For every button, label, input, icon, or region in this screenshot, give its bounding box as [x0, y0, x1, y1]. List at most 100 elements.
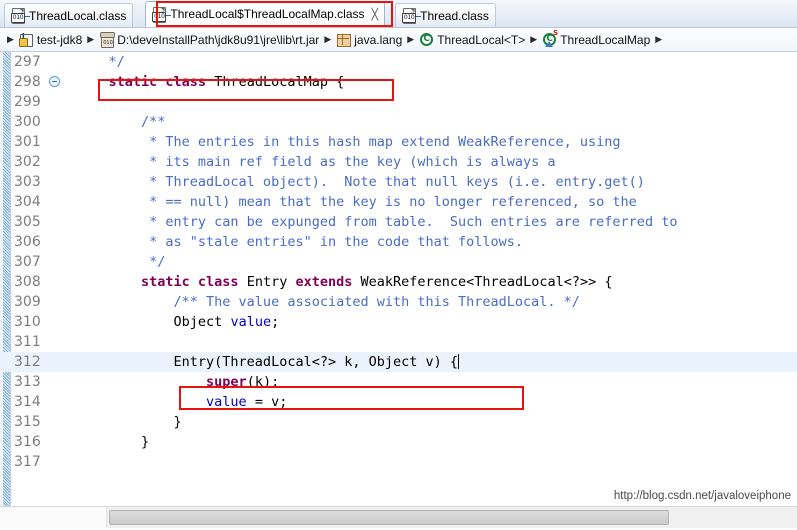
code-text[interactable]: * == null) mean that the key is no longe…: [66, 192, 797, 212]
code-text[interactable]: */: [66, 252, 797, 272]
code-line[interactable]: 300 /**: [0, 112, 797, 132]
code-text[interactable]: Entry(ThreadLocal<?> k, Object v) {: [66, 352, 797, 372]
line-number: 310: [14, 314, 41, 330]
code-line[interactable]: 299: [0, 92, 797, 112]
code-text[interactable]: /**: [66, 112, 797, 132]
code-token: (k);: [246, 374, 280, 390]
scrollbar-thumb[interactable]: [109, 510, 669, 525]
line-number: 298: [0, 72, 66, 92]
line-number: 303: [14, 174, 41, 190]
line-number: 299: [14, 94, 41, 110]
code-line[interactable]: 298 static class ThreadLocalMap {: [0, 72, 797, 92]
breadcrumb-item-jar[interactable]: 010 D:\deveInstallPath\jdk8u91\jre\lib\r…: [99, 32, 319, 48]
breadcrumb-item-package[interactable]: java.lang: [336, 32, 402, 47]
line-number: 309: [14, 294, 41, 310]
code-token: extends: [295, 274, 353, 290]
code-line[interactable]: 307 */: [0, 252, 797, 272]
code-text[interactable]: static class Entry extends WeakReference…: [66, 272, 797, 292]
code-line[interactable]: 310 Object value;: [0, 312, 797, 332]
code-line[interactable]: 315 }: [0, 412, 797, 432]
fold-collapse-icon[interactable]: [49, 76, 60, 87]
scrollbar-track[interactable]: [107, 507, 797, 528]
code-token: */: [76, 254, 166, 270]
scrollbar-corner: [0, 507, 107, 528]
code-token: */: [76, 54, 125, 70]
tab-threadlocal-class[interactable]: 010 ThreadLocal.class: [4, 3, 134, 27]
code-token: * entry can be expunged from table. Such…: [76, 214, 678, 230]
code-token: }: [76, 414, 182, 430]
code-text[interactable]: /** The value associated with this Threa…: [66, 292, 797, 312]
code-token: * The entries in this hash map extend We…: [76, 134, 621, 150]
code-token: /**: [76, 114, 166, 130]
code-line[interactable]: 316 }: [0, 432, 797, 452]
code-text[interactable]: static class ThreadLocalMap {: [66, 72, 797, 92]
code-token: static class: [141, 274, 239, 290]
breadcrumb-separator-icon[interactable]: ▶: [653, 35, 664, 45]
breadcrumb-separator-icon[interactable]: ▶: [85, 35, 96, 45]
line-number: 297: [14, 54, 41, 70]
code-text[interactable]: super(k);: [66, 372, 797, 392]
breadcrumb-item-inner-class[interactable]: CS ThreadLocalMap: [542, 30, 651, 47]
code-text[interactable]: * entry can be expunged from table. Such…: [66, 212, 797, 232]
breadcrumb-separator-icon[interactable]: ▶: [405, 35, 416, 45]
code-text[interactable]: }: [66, 412, 797, 432]
code-line[interactable]: 312 Entry(ThreadLocal<?> k, Object v) {: [0, 352, 797, 372]
class-icon: C: [419, 32, 434, 47]
code-token: = v;: [246, 394, 288, 410]
breadcrumb-item-project[interactable]: J test-jdk8: [18, 32, 82, 47]
code-token: Entry(ThreadLocal<?> k, Object v) {: [76, 354, 459, 370]
breadcrumb-label: java.lang: [354, 32, 403, 47]
breadcrumb-separator-icon[interactable]: ▶: [528, 35, 539, 45]
code-line[interactable]: 297 */: [0, 52, 797, 72]
code-line[interactable]: 306 * as "stale entries" in the code tha…: [0, 232, 797, 252]
code-line[interactable]: 309 /** The value associated with this T…: [0, 292, 797, 312]
code-line[interactable]: 302 * its main ref field as the key (whi…: [0, 152, 797, 172]
code-token: ThreadLocalMap {: [206, 74, 345, 90]
code-token: * its main ref field as the key (which i…: [76, 154, 556, 170]
code-line[interactable]: 301 * The entries in this hash map exten…: [0, 132, 797, 152]
line-number: 317: [14, 454, 41, 470]
code-line[interactable]: 317: [0, 452, 797, 472]
breadcrumb-item-class[interactable]: C ThreadLocal<T>: [419, 32, 525, 47]
breadcrumb-lead-arrow[interactable]: ▶: [5, 35, 16, 45]
code-text[interactable]: }: [66, 432, 797, 452]
code-line[interactable]: 308 static class Entry extends WeakRefer…: [0, 272, 797, 292]
breadcrumb: ▶ J test-jdk8 ▶ 010 D:\deveInstallPath\j…: [0, 28, 797, 52]
line-number: 308: [14, 274, 41, 290]
code-line[interactable]: 305 * entry can be expunged from table. …: [0, 212, 797, 232]
breadcrumb-label: ThreadLocalMap: [560, 32, 651, 47]
code-text[interactable]: Object value;: [66, 312, 797, 332]
code-editor[interactable]: 297 */298 static class ThreadLocalMap {2…: [0, 52, 797, 506]
code-text[interactable]: value = v;: [66, 392, 797, 412]
code-token: static class: [108, 74, 207, 90]
tab-threadlocalmap-class[interactable]: 010 ThreadLocal$ThreadLocalMap.class ╳: [145, 1, 386, 27]
code-line[interactable]: 304 * == null) mean that the key is no l…: [0, 192, 797, 212]
line-number: 315: [14, 414, 41, 430]
class-file-icon: 010: [401, 8, 422, 24]
code-line[interactable]: 313 super(k);: [0, 372, 797, 392]
class-file-icon: 010: [151, 6, 172, 23]
horizontal-scrollbar[interactable]: [0, 506, 797, 528]
line-number: 300: [14, 114, 41, 130]
code-text[interactable]: * The entries in this hash map extend We…: [66, 132, 797, 152]
code-text[interactable]: * ThreadLocal object). Note that null ke…: [66, 172, 797, 192]
code-line[interactable]: 311: [0, 332, 797, 352]
code-lines-container[interactable]: 297 */298 static class ThreadLocalMap {2…: [0, 52, 797, 506]
close-icon[interactable]: ╳: [372, 9, 379, 20]
code-text[interactable]: * its main ref field as the key (which i…: [66, 152, 797, 172]
code-text[interactable]: * as "stale entries" in the code that fo…: [66, 232, 797, 252]
class-file-icon: 010: [10, 8, 30, 24]
code-text[interactable]: */: [66, 52, 797, 72]
text-caret: [458, 354, 460, 369]
code-line[interactable]: 314 value = v;: [0, 392, 797, 412]
code-token: * ThreadLocal object). Note that null ke…: [76, 174, 645, 190]
eclipse-editor-window: 010 ThreadLocal.class 010 ThreadLocal$Th…: [0, 0, 797, 530]
code-token: ;: [271, 314, 280, 330]
line-number: 314: [14, 394, 41, 410]
tab-thread-class[interactable]: 010 Thread.class: [395, 3, 496, 27]
line-number: 311: [14, 334, 41, 350]
code-line[interactable]: 303 * ThreadLocal object). Note that nul…: [0, 172, 797, 192]
tab-label: ThreadLocal$ThreadLocalMap.class: [170, 7, 365, 21]
breadcrumb-separator-icon[interactable]: ▶: [322, 35, 333, 45]
